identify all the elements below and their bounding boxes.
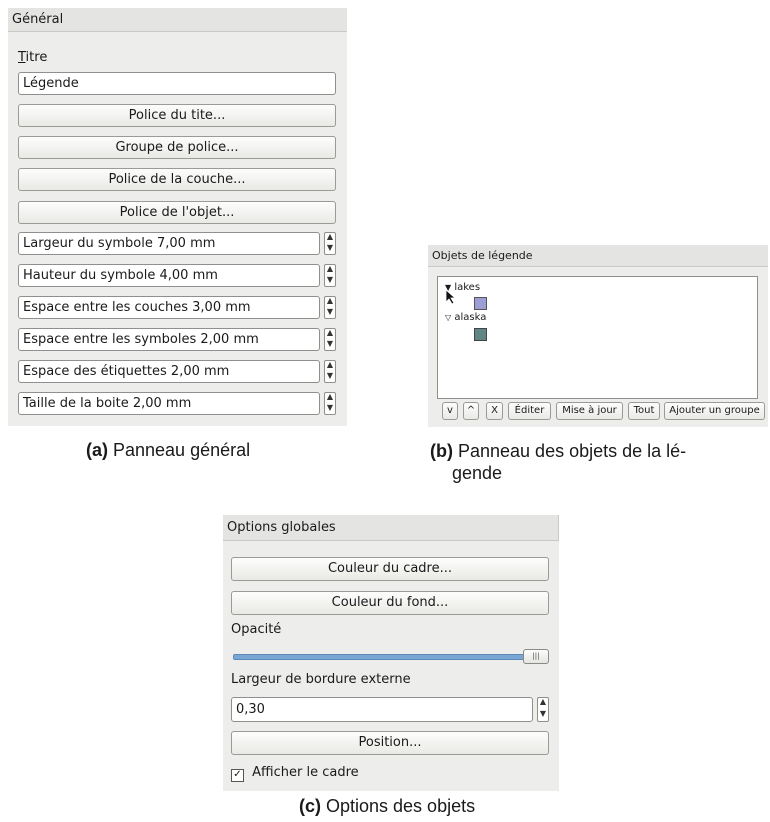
caption-b: (b) Panneau des objets de la lé- gende [430, 440, 766, 484]
legend-items-panel: Objets de légende ▼ lakes ▽ alaska v ^ X… [428, 245, 768, 427]
box-size-spinbox[interactable]: Taille de la boite 2,00 mm ▲ ▼ [18, 392, 336, 415]
frame-color-button[interactable]: Couleur du cadre... [231, 557, 549, 581]
caption-a: (a) Panneau général [86, 440, 250, 461]
edit-button[interactable]: Éditer [508, 402, 551, 420]
chevron-up-icon[interactable]: ▲ [325, 265, 335, 276]
border-width-spinbox[interactable]: 0,30 ▲ ▼ [231, 697, 549, 722]
move-up-button[interactable]: ^ [463, 402, 479, 420]
symbol-height-stepper[interactable]: ▲ ▼ [324, 264, 336, 287]
global-options-panel: Options globales Couleur du cadre... Cou… [223, 515, 559, 791]
caption-c: (c) Options des objets [299, 796, 475, 817]
collapsed-arrow-icon[interactable]: ▽ [445, 313, 451, 322]
symbol-height-value[interactable]: Hauteur du symbole 4,00 mm [18, 264, 320, 287]
symbol-width-spinbox[interactable]: Largeur du symbole 7,00 mm ▲ ▼ [18, 232, 336, 255]
legend-item-label: alaska [454, 312, 487, 323]
general-panel-title: Général [12, 12, 64, 27]
title-label-mnemonic: T [18, 50, 26, 65]
caption-b-tag: (b) [430, 441, 453, 461]
chevron-down-icon[interactable]: ▼ [325, 275, 335, 287]
symbol-spacing-value[interactable]: Espace entre les symboles 2,00 mm [18, 328, 320, 351]
layer-spacing-value[interactable]: Espace entre les couches 3,00 mm [18, 296, 320, 319]
chevron-up-icon[interactable]: ▲ [538, 698, 548, 710]
chevron-up-icon[interactable]: ▲ [325, 329, 335, 340]
global-options-title: Options globales [227, 520, 336, 535]
chevron-down-icon[interactable]: ▼ [325, 371, 335, 383]
cursor-arrow-icon [445, 289, 457, 305]
chevron-down-icon[interactable]: ▼ [325, 339, 335, 351]
all-button[interactable]: Tout [628, 402, 660, 420]
border-width-stepper[interactable]: ▲ ▼ [537, 697, 549, 722]
symbol-height-spinbox[interactable]: Hauteur du symbole 4,00 mm ▲ ▼ [18, 264, 336, 287]
item-font-button[interactable]: Police de l'objet... [18, 201, 336, 224]
box-size-stepper[interactable]: ▲ ▼ [324, 392, 336, 415]
layer-font-button[interactable]: Police de la couche... [18, 168, 336, 191]
chevron-down-icon[interactable]: ▼ [325, 307, 335, 319]
caption-a-text: Panneau général [108, 440, 251, 460]
title-label-rest: itre [25, 50, 48, 65]
caption-a-tag: (a) [86, 440, 108, 460]
legend-item-label: lakes [454, 282, 481, 293]
box-size-value[interactable]: Taille de la boite 2,00 mm [18, 392, 320, 415]
legend-items-header: Objets de légende [428, 245, 768, 267]
border-width-value[interactable]: 0,30 [231, 697, 533, 722]
symbol-spacing-spinbox[interactable]: Espace entre les symboles 2,00 mm ▲ ▼ [18, 328, 336, 351]
label-spacing-spinbox[interactable]: Espace des étiquettes 2,00 mm ▲ ▼ [18, 360, 336, 383]
chevron-down-icon[interactable]: ▼ [325, 243, 335, 255]
title-label: Titre [18, 50, 47, 65]
show-frame-checkbox[interactable]: ✓ Afficher le cadre [231, 765, 359, 782]
label-spacing-value[interactable]: Espace des étiquettes 2,00 mm [18, 360, 320, 383]
chevron-up-icon[interactable]: ▲ [325, 393, 335, 404]
general-panel: Général Titre Légende Police du tite... … [8, 8, 347, 426]
chevron-up-icon[interactable]: ▲ [325, 297, 335, 308]
move-down-button[interactable]: v [442, 402, 458, 420]
opacity-slider-handle[interactable]: ||| [523, 649, 549, 664]
legend-swatch-lakes [474, 297, 487, 310]
opacity-slider-track [233, 654, 535, 660]
caption-b-text2: gende [452, 463, 503, 483]
opacity-slider[interactable]: ||| [231, 649, 549, 664]
layer-spacing-spinbox[interactable]: Espace entre les couches 3,00 mm ▲ ▼ [18, 296, 336, 319]
label-spacing-stepper[interactable]: ▲ ▼ [324, 360, 336, 383]
show-frame-label: Afficher le cadre [252, 765, 359, 780]
legend-tree[interactable]: ▼ lakes ▽ alaska [437, 276, 758, 399]
legend-item-alaska[interactable]: ▽ alaska [445, 312, 486, 323]
chevron-down-icon[interactable]: ▼ [538, 709, 548, 722]
opacity-label: Opacité [231, 622, 282, 637]
legend-swatch-alaska [474, 328, 487, 341]
global-options-header: Options globales [223, 515, 559, 541]
remove-button[interactable]: X [486, 402, 503, 420]
border-width-label: Largeur de bordure externe [231, 672, 411, 687]
caption-c-tag: (c) [299, 796, 321, 816]
position-button[interactable]: Position... [231, 731, 549, 755]
symbol-spacing-stepper[interactable]: ▲ ▼ [324, 328, 336, 351]
layer-spacing-stepper[interactable]: ▲ ▼ [324, 296, 336, 319]
symbol-width-stepper[interactable]: ▲ ▼ [324, 232, 336, 255]
background-color-button[interactable]: Couleur du fond... [231, 591, 549, 615]
chevron-down-icon[interactable]: ▼ [325, 403, 335, 415]
title-font-button[interactable]: Police du tite... [18, 104, 336, 127]
general-panel-header: Général [8, 8, 347, 32]
caption-c-text: Options des objets [321, 796, 476, 816]
caption-b-line1: (b) Panneau des objets de la lé- [430, 440, 766, 462]
group-font-button[interactable]: Groupe de police... [18, 136, 336, 159]
chevron-up-icon[interactable]: ▲ [325, 233, 335, 244]
update-button[interactable]: Mise à jour [556, 402, 623, 420]
title-input[interactable]: Légende [18, 72, 336, 95]
caption-b-text1: Panneau des objets de la lé- [452, 441, 687, 461]
symbol-width-value[interactable]: Largeur du symbole 7,00 mm [18, 232, 320, 255]
legend-items-title: Objets de légende [432, 249, 533, 262]
add-group-button[interactable]: Ajouter un groupe [664, 402, 765, 420]
checkbox-checked-icon[interactable]: ✓ [231, 769, 244, 782]
chevron-up-icon[interactable]: ▲ [325, 361, 335, 372]
